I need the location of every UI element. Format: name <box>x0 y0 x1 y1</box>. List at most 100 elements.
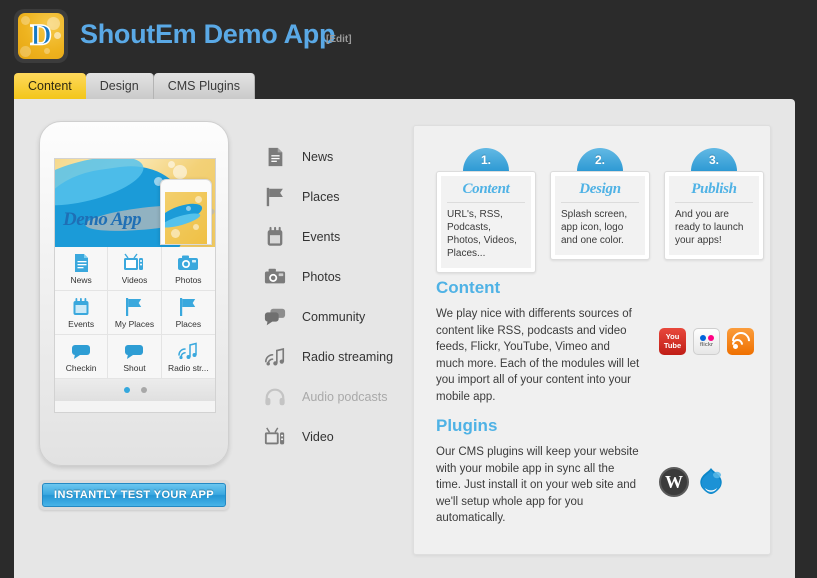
feature-item-events[interactable]: Events <box>262 217 412 257</box>
section-text: We play nice with differents sources of … <box>436 308 640 403</box>
feature-label: Audio podcasts <box>302 390 388 404</box>
feature-label: News <box>302 150 334 164</box>
feature-label: Radio streaming <box>302 350 394 364</box>
feature-item-community[interactable]: Community <box>262 297 412 337</box>
radio-note-icon <box>177 341 199 361</box>
grid-item-label: Photos <box>175 274 202 285</box>
tv-icon <box>262 425 288 449</box>
section-heading: Plugins <box>436 416 498 435</box>
document-icon <box>70 253 92 273</box>
flag-icon <box>177 297 199 317</box>
step-number: 2. <box>577 148 623 171</box>
app-logo: D <box>14 9 68 63</box>
step-description: URL's, RSS, Podcasts, Photos, Videos, Pl… <box>447 209 517 259</box>
page-indicator[interactable] <box>55 379 215 401</box>
cms-icons: W <box>659 466 726 498</box>
feature-item-radio-streaming[interactable]: Radio streaming <box>262 337 412 377</box>
banner-phone-image <box>160 179 212 245</box>
grid-item-label: Shout <box>123 362 146 373</box>
app-grid: News Videos Photos Events My Places Plac… <box>55 247 215 379</box>
page-dot[interactable] <box>140 387 147 393</box>
wordpress-icon[interactable]: W <box>659 467 689 497</box>
flickr-icon[interactable]: flickr <box>693 328 720 355</box>
document-icon <box>262 145 288 169</box>
phone-preview: Demo App News Videos Photos Events My Pl… <box>39 121 229 466</box>
youtube-icon[interactable]: You Tube <box>659 328 686 355</box>
step-name: Design <box>561 181 639 203</box>
section-heading: Content <box>436 278 501 297</box>
steps-row: 1. Content URL's, RSS, Podcasts, Photos,… <box>436 148 764 273</box>
feature-label: Events <box>302 230 341 244</box>
feature-label: Community <box>302 310 366 324</box>
info-panel: 1. Content URL's, RSS, Podcasts, Photos,… <box>413 125 771 555</box>
plugins-section: Plugins Our CMS plugins will keep your w… <box>436 416 756 527</box>
flag-icon <box>123 297 145 317</box>
grid-item-checkin[interactable]: Checkin <box>55 335 109 379</box>
step-description: And you are ready to launch your apps! <box>675 209 744 246</box>
feature-list: News Places Events Photos Community Radi… <box>262 137 412 457</box>
logo-letter: D <box>30 18 53 53</box>
feature-label: Places <box>302 190 340 204</box>
step-name: Content <box>447 181 525 203</box>
speech-bubble-icon <box>70 341 92 361</box>
grid-item-my-places[interactable]: My Places <box>108 291 162 335</box>
feature-label: Photos <box>302 270 341 284</box>
tab-design[interactable]: Design <box>85 73 154 100</box>
grid-item-radio-streaming[interactable]: Radio str... <box>161 335 215 379</box>
grid-item-label: Radio str... <box>168 362 209 373</box>
calendar-icon <box>70 297 92 317</box>
grid-item-label: Checkin <box>65 362 97 373</box>
step-card-design[interactable]: 2. Design Splash screen, app icon, logo … <box>550 148 650 273</box>
grid-item-events[interactable]: Events <box>55 291 109 335</box>
tab-bar: Content Design CMS Plugins <box>14 72 255 100</box>
calendar-icon <box>262 225 288 249</box>
page-title: ShoutEm Demo App <box>80 19 336 49</box>
grid-item-label: My Places <box>114 318 155 329</box>
grid-item-label: Places <box>175 318 202 329</box>
grid-item-label: Videos <box>121 274 148 285</box>
feature-label: Video <box>302 430 334 444</box>
drupal-icon[interactable] <box>696 466 726 498</box>
tab-content[interactable]: Content <box>14 73 86 100</box>
radio-note-icon <box>262 345 288 369</box>
content-panel: Demo App News Videos Photos Events My Pl… <box>14 99 795 578</box>
camera-icon <box>177 253 199 273</box>
camera-icon <box>262 265 288 289</box>
feature-item-news[interactable]: News <box>262 137 412 177</box>
grid-item-shout[interactable]: Shout <box>108 335 162 379</box>
grid-item-videos[interactable]: Videos <box>108 247 162 291</box>
speech-bubble-icon <box>262 305 288 329</box>
page-dot-active[interactable] <box>123 387 130 393</box>
feature-item-places[interactable]: Places <box>262 177 412 217</box>
grid-item-photos[interactable]: Photos <box>161 247 215 291</box>
content-section: Content We play nice with differents sou… <box>436 278 756 405</box>
tv-icon <box>123 253 145 273</box>
app-banner: Demo App <box>55 159 215 247</box>
rss-icon[interactable] <box>727 328 754 355</box>
step-number: 3. <box>691 148 737 171</box>
step-number: 1. <box>463 148 509 171</box>
grid-item-label: Events <box>68 318 95 329</box>
step-card-content[interactable]: 1. Content URL's, RSS, Podcasts, Photos,… <box>436 148 536 273</box>
edit-link[interactable]: [Edit] <box>326 34 352 45</box>
step-name: Publish <box>675 181 753 203</box>
step-card-publish[interactable]: 3. Publish And you are ready to launch y… <box>664 148 764 273</box>
flag-icon <box>262 185 288 209</box>
feature-item-video[interactable]: Video <box>262 417 412 457</box>
grid-item-places[interactable]: Places <box>161 291 215 335</box>
banner-title: Demo App <box>63 209 142 230</box>
tab-cms-plugins[interactable]: CMS Plugins <box>153 73 255 100</box>
feature-item-audio-podcasts[interactable]: Audio podcasts <box>262 377 412 417</box>
grid-item-news[interactable]: News <box>55 247 109 291</box>
feature-item-photos[interactable]: Photos <box>262 257 412 297</box>
headphones-icon <box>262 385 288 409</box>
page-header: D ShoutEm Demo App [Edit] <box>0 0 817 72</box>
cta-label: INSTANTLY TEST YOUR APP <box>42 483 226 507</box>
section-text: Our CMS plugins will keep your website w… <box>436 446 639 524</box>
phone-screen: Demo App News Videos Photos Events My Pl… <box>54 158 216 413</box>
grid-item-label: News <box>70 274 92 285</box>
step-description: Splash screen, app icon, logo and one co… <box>561 209 628 246</box>
instantly-test-your-app-button[interactable]: INSTANTLY TEST YOUR APP <box>39 480 229 510</box>
speech-bubble-icon <box>123 341 145 361</box>
content-source-icons: You Tube flickr <box>659 328 754 355</box>
